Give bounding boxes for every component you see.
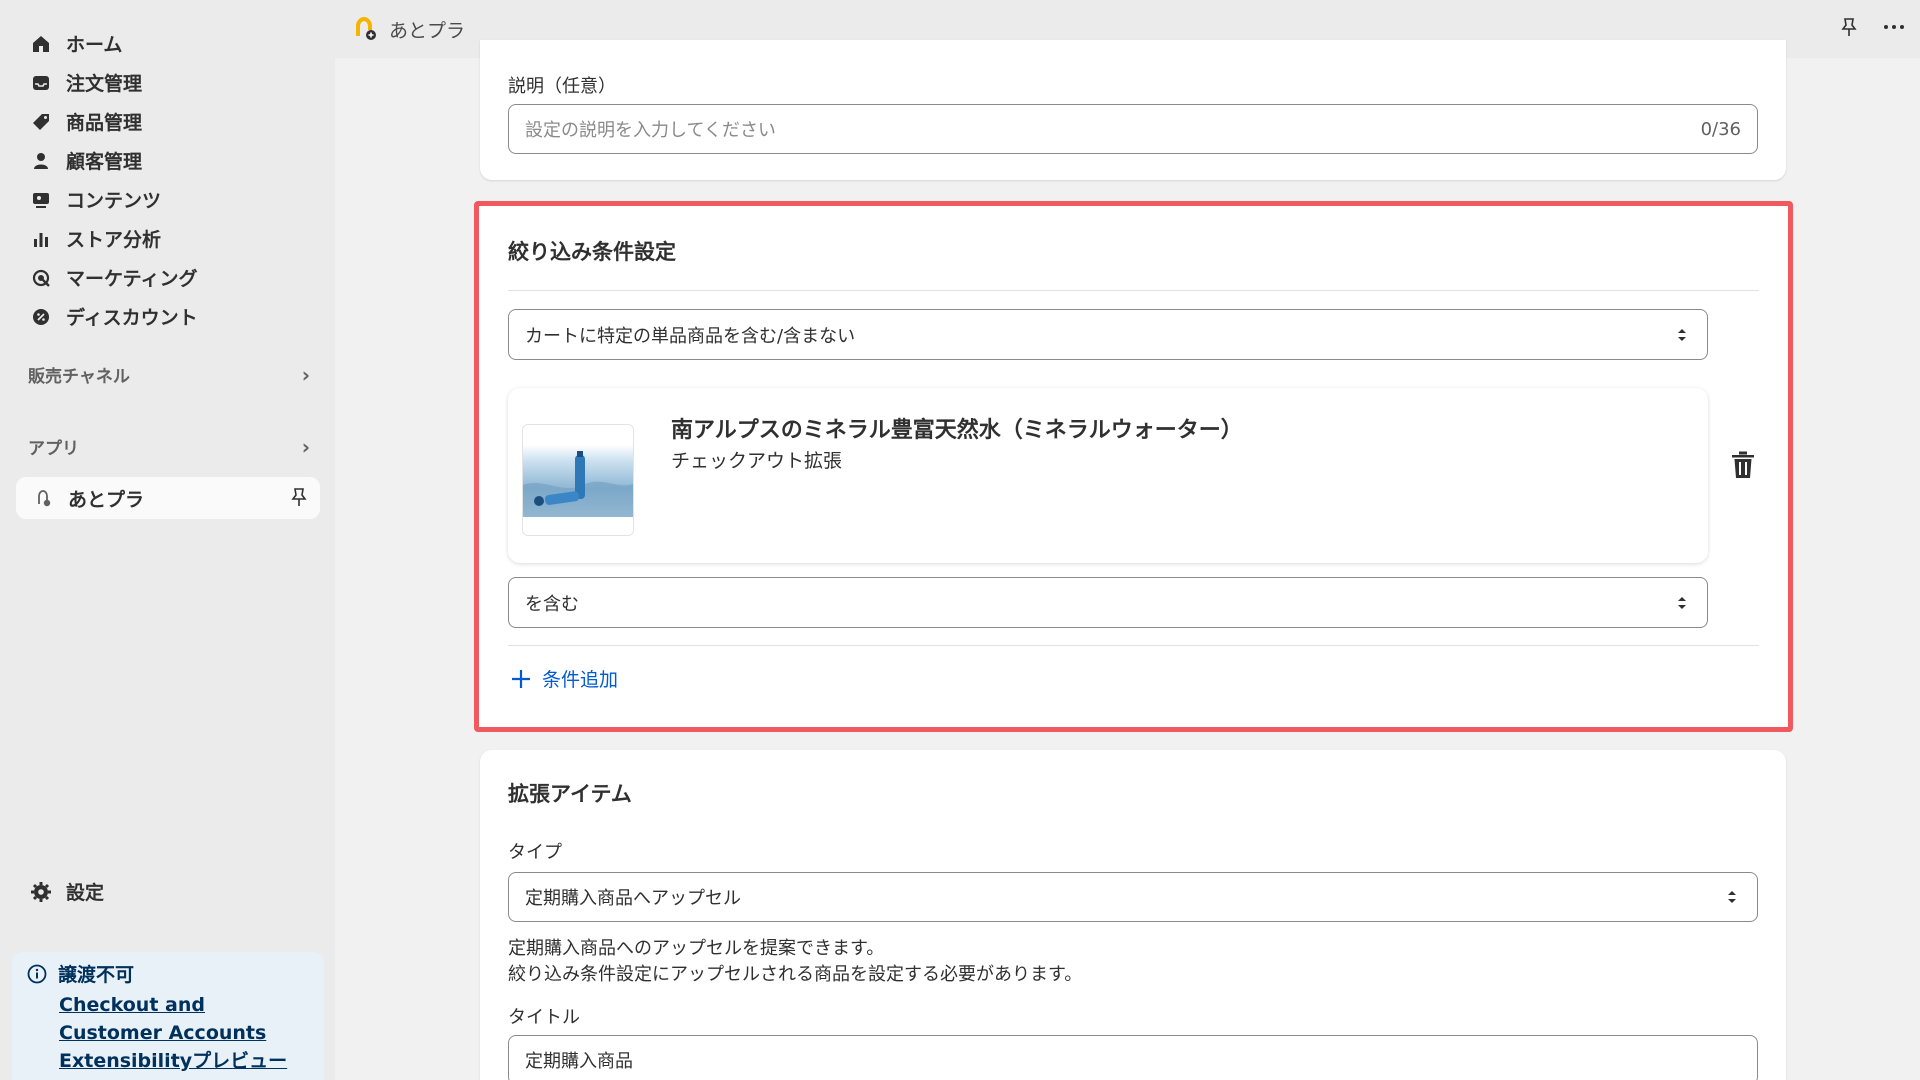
sidebar-item-label: ストア分析 [66, 229, 162, 251]
description-input[interactable]: 設定の説明を入力してください 0/36 [508, 104, 1758, 154]
title-value: 定期購入商品 [525, 1051, 633, 1072]
home-icon [28, 31, 54, 57]
sidebar-item-settings[interactable]: 設定 [28, 878, 104, 905]
type-select[interactable]: 定期購入商品へアップセル [508, 872, 1758, 922]
type-help-line-2: 絞り込み条件設定にアップセルされる商品を設定する必要があります。 [508, 964, 1083, 985]
more-options-icon[interactable] [1882, 16, 1906, 42]
select-arrows-icon [1675, 325, 1689, 345]
sidebar-item-customers[interactable]: 顧客管理 [28, 141, 318, 180]
non-transferable-notice: 譲渡不可 Checkout and Customer Accounts Exte… [12, 952, 324, 1080]
notice-link[interactable]: Checkout and Customer Accounts Extensibi… [59, 991, 310, 1075]
gear-icon [28, 879, 54, 905]
sidebar-item-products[interactable]: 商品管理 [28, 102, 318, 141]
sidebar-item-content[interactable]: コンテンツ [28, 180, 318, 219]
description-placeholder: 設定の説明を入力してください [525, 120, 776, 141]
sidebar-item-analytics[interactable]: ストア分析 [28, 219, 318, 258]
select-arrows-icon [1675, 593, 1689, 613]
content-icon [28, 187, 54, 213]
sidebar-nav: ホーム 注文管理 商品管理 顧客管理 コンテンツ ストア分析 マーケティング デ… [28, 24, 318, 336]
select-arrows-icon [1725, 887, 1739, 907]
discount-icon [28, 304, 54, 330]
sidebar-item-orders[interactable]: 注文管理 [28, 63, 318, 102]
product-subtitle: チェックアウト拡張 [671, 450, 843, 472]
title-input[interactable]: 定期購入商品 [508, 1035, 1758, 1080]
app-logo-icon [351, 15, 379, 43]
bar-chart-icon [28, 226, 54, 252]
info-icon [26, 963, 48, 985]
sidebar-item-label: マーケティング [66, 268, 198, 290]
apps-header[interactable]: アプリ › [28, 434, 310, 460]
tag-icon [28, 109, 54, 135]
sidebar-item-home[interactable]: ホーム [28, 24, 318, 63]
person-icon [28, 148, 54, 174]
product-name: 南アルプスのミネラル豊富天然水（ミネラルウォーター） [671, 418, 1243, 443]
sidebar: ホーム 注文管理 商品管理 顧客管理 コンテンツ ストア分析 マーケティング デ… [0, 0, 335, 1080]
sidebar-item-label: ディスカウント [66, 307, 198, 329]
type-label: タイプ [508, 842, 562, 863]
divider [508, 645, 1759, 646]
chevron-right-icon: › [301, 434, 310, 459]
plus-icon [510, 668, 532, 690]
title-label: タイトル [508, 1007, 580, 1028]
sidebar-item-label: ホーム [66, 34, 123, 56]
description-label: 説明（任意） [508, 76, 616, 97]
pin-icon[interactable] [1838, 16, 1860, 42]
sidebar-item-discounts[interactable]: ディスカウント [28, 297, 318, 336]
sidebar-item-label: 顧客管理 [66, 151, 143, 173]
sidebar-item-marketing[interactable]: マーケティング [28, 258, 318, 297]
chevron-right-icon: › [301, 362, 310, 387]
notice-title: 譲渡不可 [58, 964, 135, 986]
include-select[interactable]: を含む [508, 577, 1708, 628]
filter-title: 絞り込み条件設定 [508, 240, 676, 264]
description-card: 説明（任意） 設定の説明を入力してください 0/36 [480, 40, 1786, 180]
condition-select[interactable]: カートに特定の単品商品を含む/含まない [508, 309, 1708, 360]
sidebar-item-label: コンテンツ [66, 190, 162, 212]
sidebar-item-label: 商品管理 [66, 112, 143, 134]
product-card: 南アルプスのミネラル豊富天然水（ミネラルウォーター） チェックアウト拡張 [508, 388, 1708, 563]
char-counter: 0/36 [1700, 118, 1741, 140]
product-image [522, 424, 634, 536]
trash-icon[interactable] [1730, 450, 1756, 484]
sidebar-item-label: 注文管理 [66, 73, 143, 95]
extension-title: 拡張アイテム [508, 782, 632, 806]
type-help-line-1: 定期購入商品へのアップセルを提案できます。 [508, 938, 885, 959]
divider [508, 290, 1759, 291]
pin-icon[interactable] [288, 486, 310, 513]
add-condition-button[interactable]: 条件追加 [510, 665, 618, 692]
app-icon [30, 485, 56, 511]
target-icon [28, 265, 54, 291]
sales-channels-header[interactable]: 販売チャネル › [28, 362, 310, 388]
app-title: あとプラ [389, 19, 466, 42]
sidebar-item-atopura[interactable]: あとプラ [16, 477, 320, 519]
inbox-icon [28, 70, 54, 96]
